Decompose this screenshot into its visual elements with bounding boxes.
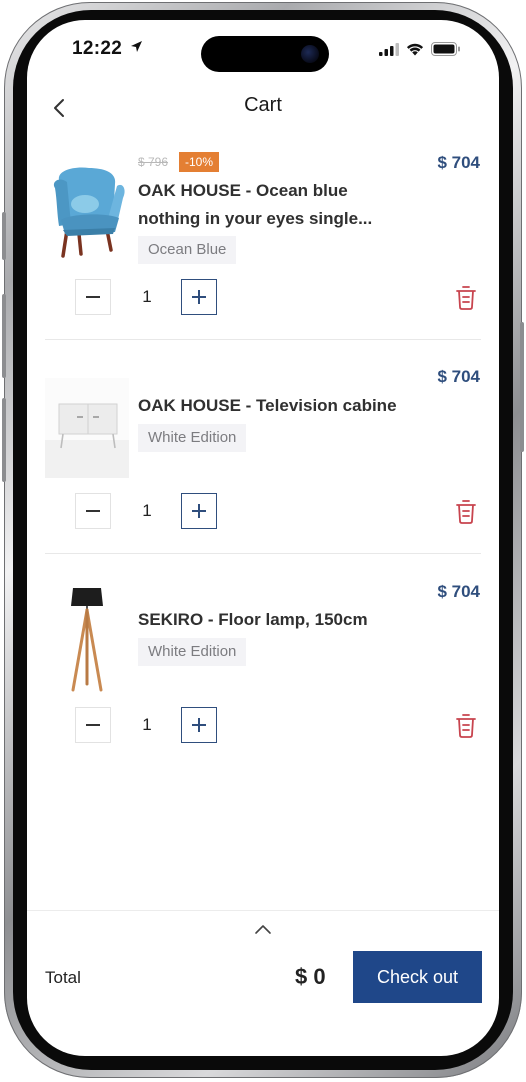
plus-icon bbox=[192, 290, 206, 304]
item-price: $ 704 bbox=[437, 153, 480, 172]
minus-icon bbox=[86, 510, 100, 512]
total-label: Total bbox=[45, 968, 81, 987]
checkout-button[interactable]: Check out bbox=[353, 951, 482, 1003]
remove-item-button[interactable] bbox=[455, 713, 477, 739]
armchair-image bbox=[45, 164, 129, 258]
status-time-text: 12:22 bbox=[72, 38, 123, 59]
mute-switch bbox=[2, 212, 6, 260]
variant-tag: White Edition bbox=[138, 638, 247, 666]
increase-quantity-button[interactable] bbox=[181, 279, 217, 315]
plus-icon bbox=[192, 718, 206, 732]
app-screen: 12:22 Cart $ 796 -10% $ 704 OAK HOUSE - … bbox=[27, 20, 499, 1056]
status-time: 12:22 bbox=[72, 38, 143, 60]
page-title: Cart bbox=[244, 94, 282, 116]
item-name: OAK HOUSE - Ocean blue nothing in your e… bbox=[138, 181, 373, 228]
tv-cabinet-image bbox=[45, 378, 129, 478]
floor-lamp-image bbox=[45, 580, 129, 696]
variant-tag: White Edition bbox=[138, 424, 247, 452]
discount-badge: -10% bbox=[179, 152, 220, 172]
dynamic-island bbox=[201, 36, 329, 72]
minus-icon bbox=[86, 296, 100, 298]
cellular-signal-icon bbox=[379, 42, 399, 56]
location-arrow-icon bbox=[130, 41, 142, 52]
footer-divider bbox=[27, 910, 499, 911]
increase-quantity-button[interactable] bbox=[181, 493, 217, 529]
camera-icon bbox=[301, 45, 319, 63]
wifi-icon bbox=[406, 43, 424, 55]
quantity-value: 1 bbox=[142, 715, 152, 734]
remove-item-button[interactable] bbox=[455, 499, 477, 525]
volume-up-button bbox=[2, 294, 6, 378]
increase-quantity-button[interactable] bbox=[181, 707, 217, 743]
minus-icon bbox=[86, 724, 100, 726]
status-icons bbox=[379, 42, 461, 56]
quantity-value: 1 bbox=[142, 501, 152, 520]
plus-icon bbox=[192, 504, 206, 518]
item-price: $ 704 bbox=[437, 367, 480, 386]
power-button bbox=[520, 322, 524, 452]
item-divider bbox=[45, 553, 481, 554]
item-name: SEKIRO - Floor lamp, 150cm bbox=[138, 610, 368, 629]
trash-icon bbox=[456, 286, 476, 310]
variant-tag: Ocean Blue bbox=[138, 236, 237, 264]
item-name: OAK HOUSE - Television cabine bbox=[138, 396, 397, 415]
old-price: $ 796 bbox=[138, 155, 169, 169]
item-divider bbox=[45, 339, 481, 340]
decrease-quantity-button[interactable] bbox=[75, 279, 111, 315]
trash-icon bbox=[456, 714, 476, 738]
decrease-quantity-button[interactable] bbox=[75, 707, 111, 743]
remove-item-button[interactable] bbox=[455, 285, 477, 311]
trash-icon bbox=[456, 500, 476, 524]
chevron-up-icon bbox=[255, 925, 271, 934]
volume-down-button bbox=[2, 398, 6, 482]
item-price: $ 704 bbox=[437, 582, 480, 601]
battery-icon bbox=[431, 42, 460, 56]
expand-summary-button[interactable] bbox=[253, 922, 273, 936]
total-value: $ 0 bbox=[295, 964, 326, 989]
quantity-value: 1 bbox=[142, 287, 152, 306]
decrease-quantity-button[interactable] bbox=[75, 493, 111, 529]
